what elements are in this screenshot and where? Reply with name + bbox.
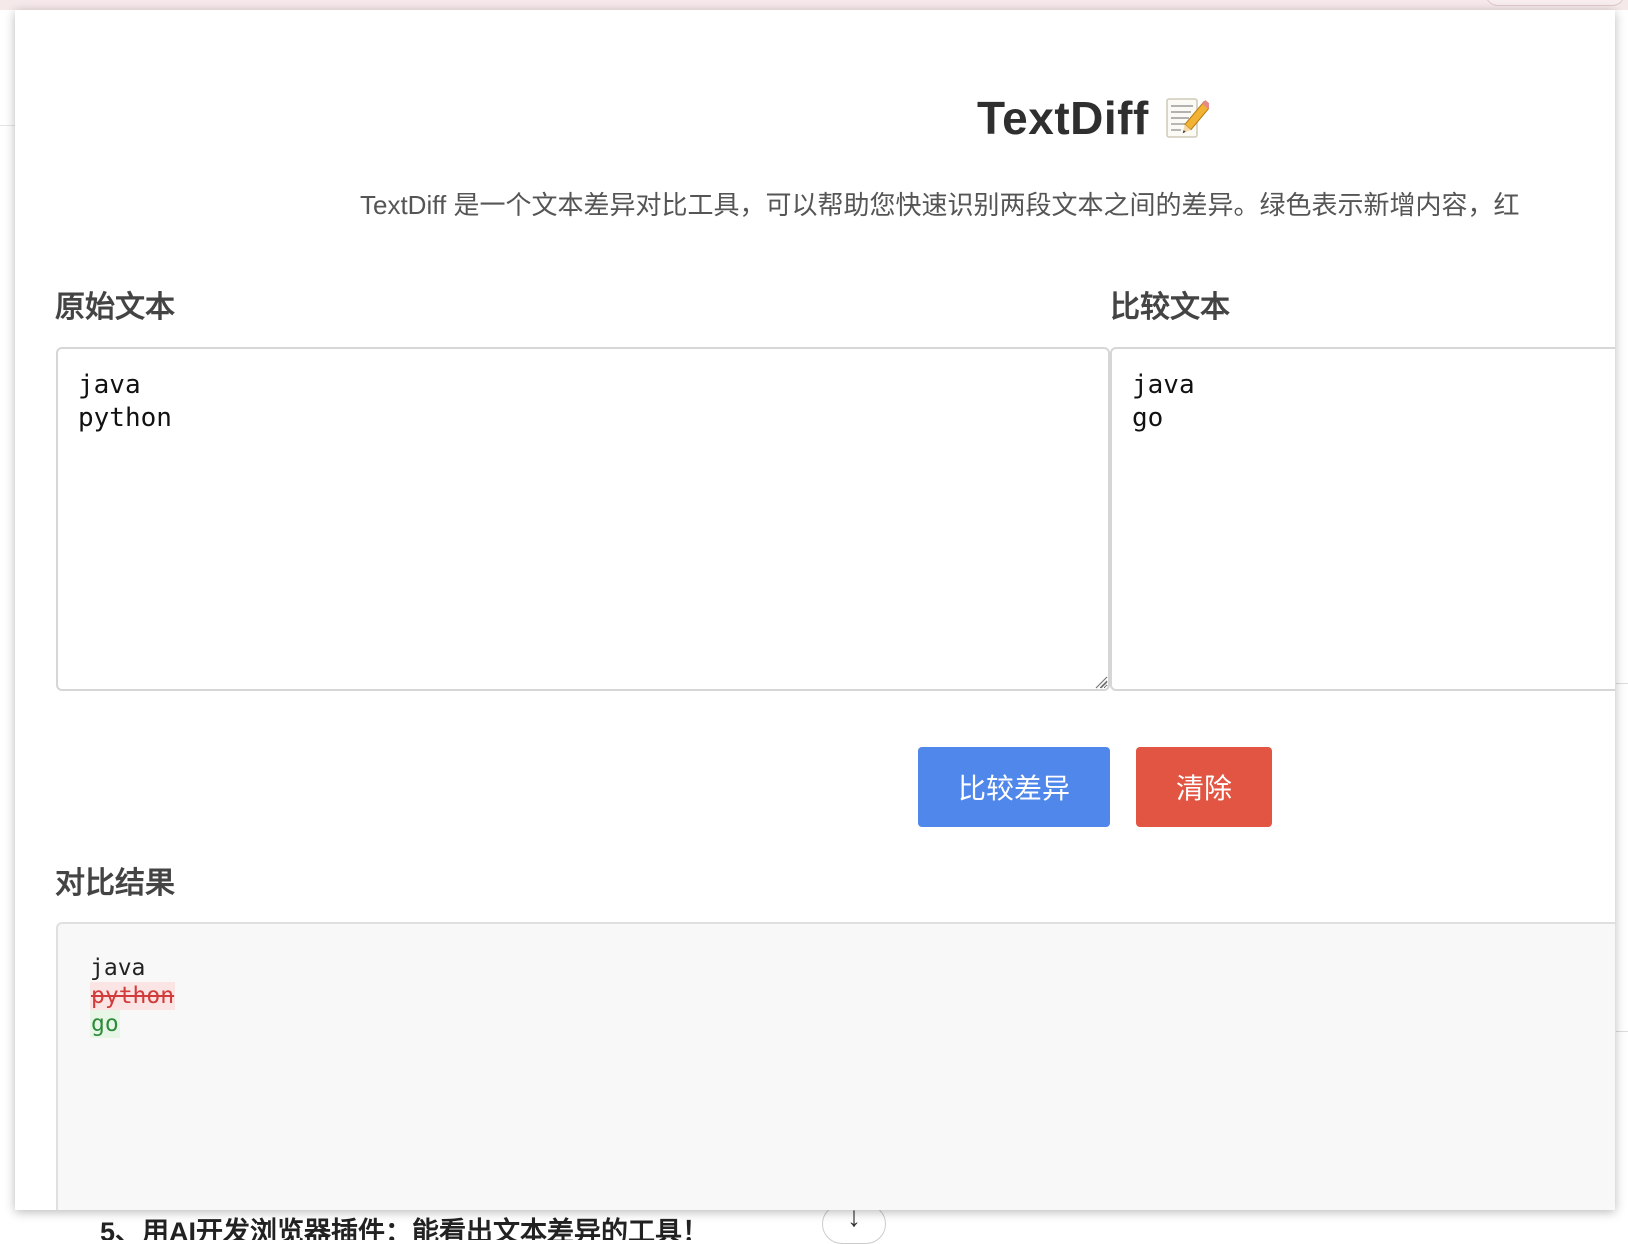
background-article-heading: 5、用AI开发浏览器插件：能看出文本差异的工具！ xyxy=(100,1217,710,1240)
extension-popup: TextDiff TextDiff 是一个文本差异对比工具，可以帮助您快速识别两… xyxy=(15,10,1615,1210)
scroll-down-icon[interactable]: ↓ xyxy=(822,1203,886,1244)
compare-button[interactable]: 比较差异 xyxy=(918,747,1110,827)
result-label: 对比结果 xyxy=(55,867,175,900)
diff-line-unchanged: java xyxy=(90,955,146,981)
background-divider xyxy=(1616,1031,1628,1032)
original-text-input[interactable]: java python xyxy=(56,347,1110,691)
app-title: TextDiff xyxy=(977,92,1149,144)
clear-button[interactable]: 清除 xyxy=(1136,747,1272,827)
memo-icon xyxy=(1165,95,1212,141)
browser-top-bar xyxy=(0,0,1628,10)
browser-tab-pill[interactable] xyxy=(1485,0,1625,6)
resize-handle-icon[interactable] xyxy=(1094,675,1108,689)
diff-line-removed: python xyxy=(90,982,176,1010)
diff-result-panel: java python go xyxy=(56,922,1615,1210)
compare-text-input[interactable]: java go xyxy=(1110,347,1615,691)
diff-line-added: go xyxy=(90,1010,120,1038)
compare-text-label: 比较文本 xyxy=(1110,291,1230,324)
original-text-label: 原始文本 xyxy=(55,291,175,324)
app-description: TextDiff 是一个文本差异对比工具，可以帮助您快速识别两段文本之间的差异。… xyxy=(360,190,1520,220)
background-divider xyxy=(1616,683,1628,684)
page-header: TextDiff xyxy=(977,88,1212,148)
